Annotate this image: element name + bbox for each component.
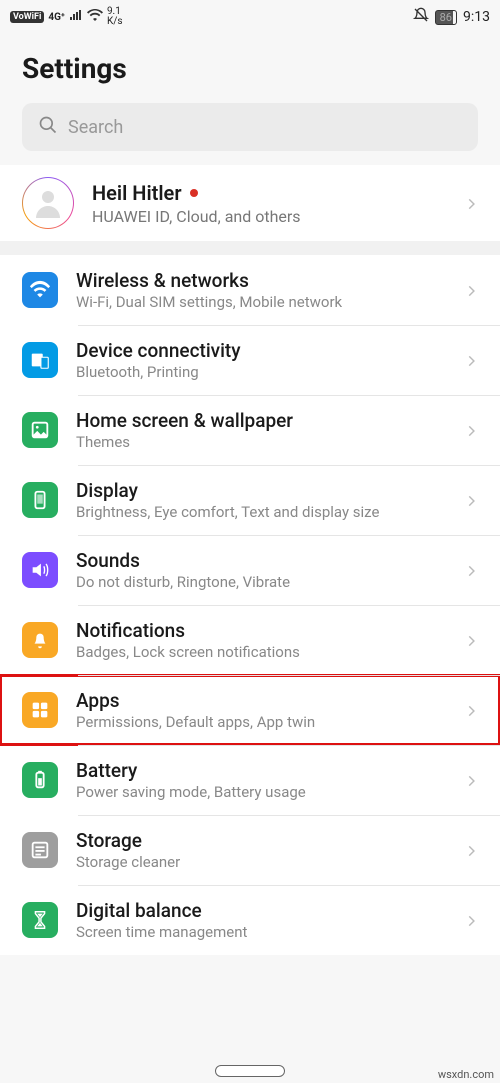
row-title: Sounds bbox=[76, 549, 446, 572]
status-right: 86 9:13 bbox=[413, 7, 490, 27]
settings-screen: VoWiFi 4G⁺ 9.1K/s 86 9:13 Settings bbox=[0, 0, 500, 1083]
avatar bbox=[22, 177, 74, 229]
row-subtitle: Power saving mode, Battery usage bbox=[76, 783, 446, 801]
row-subtitle: Brightness, Eye comfort, Text and displa… bbox=[76, 503, 446, 521]
status-bar: VoWiFi 4G⁺ 9.1K/s 86 9:13 bbox=[0, 0, 500, 30]
list-icon bbox=[22, 832, 58, 868]
chevron-right-icon bbox=[464, 703, 478, 717]
item-sounds[interactable]: SoundsDo not disturb, Ringtone, Vibrate bbox=[0, 535, 500, 605]
battery-icon bbox=[22, 762, 58, 798]
chevron-right-icon bbox=[464, 196, 478, 210]
chevron-right-icon bbox=[464, 283, 478, 297]
account-row[interactable]: Heil Hitler HUAWEI ID, Cloud, and others bbox=[0, 165, 500, 241]
picture-icon bbox=[22, 412, 58, 448]
row-subtitle: Do not disturb, Ringtone, Vibrate bbox=[76, 573, 446, 591]
chevron-right-icon bbox=[464, 353, 478, 367]
clock: 9:13 bbox=[463, 9, 490, 25]
account-name: Heil Hitler bbox=[92, 181, 182, 205]
mute-icon bbox=[413, 7, 429, 27]
row-subtitle: Themes bbox=[76, 433, 446, 451]
account-subtitle: HUAWEI ID, Cloud, and others bbox=[92, 207, 446, 226]
page-title: Settings bbox=[0, 30, 500, 103]
speaker-icon bbox=[22, 552, 58, 588]
search-input[interactable]: Search bbox=[22, 103, 478, 151]
account-text: Heil Hitler HUAWEI ID, Cloud, and others bbox=[92, 181, 446, 226]
section-gap bbox=[0, 241, 500, 255]
notification-dot-icon bbox=[190, 189, 198, 197]
chevron-right-icon bbox=[464, 633, 478, 647]
search-placeholder: Search bbox=[68, 117, 123, 138]
row-title: Device connectivity bbox=[76, 339, 446, 362]
status-left: VoWiFi 4G⁺ 9.1K/s bbox=[10, 7, 123, 27]
row-title: Apps bbox=[76, 689, 446, 712]
devices-icon bbox=[22, 342, 58, 378]
row-title: Wireless & networks bbox=[76, 269, 446, 292]
row-title: Display bbox=[76, 479, 446, 502]
row-subtitle: Wi-Fi, Dual SIM settings, Mobile network bbox=[76, 293, 446, 311]
row-subtitle: Badges, Lock screen notifications bbox=[76, 643, 446, 661]
account-section: Heil Hitler HUAWEI ID, Cloud, and others bbox=[0, 165, 500, 241]
phone-icon bbox=[22, 482, 58, 518]
chevron-right-icon bbox=[464, 493, 478, 507]
vowifi-badge: VoWiFi bbox=[10, 11, 44, 23]
bell-icon bbox=[22, 622, 58, 658]
chevron-right-icon bbox=[464, 773, 478, 787]
row-title: Home screen & wallpaper bbox=[76, 409, 446, 432]
search-icon bbox=[38, 115, 58, 139]
network-speed: 9.1K/s bbox=[107, 7, 123, 27]
item-apps[interactable]: AppsPermissions, Default apps, App twin bbox=[0, 675, 500, 745]
item-storage[interactable]: StorageStorage cleaner bbox=[0, 815, 500, 885]
network-4g-label: 4G⁺ bbox=[48, 12, 65, 23]
grid-icon bbox=[22, 692, 58, 728]
item-display[interactable]: DisplayBrightness, Eye comfort, Text and… bbox=[0, 465, 500, 535]
chevron-right-icon bbox=[464, 563, 478, 577]
battery-indicator: 86 bbox=[435, 10, 457, 25]
item-digital-balance[interactable]: Digital balanceScreen time management bbox=[0, 885, 500, 955]
hourglass-icon bbox=[22, 902, 58, 938]
item-battery[interactable]: BatteryPower saving mode, Battery usage bbox=[0, 745, 500, 815]
item-home-screen-wallpaper[interactable]: Home screen & wallpaperThemes bbox=[0, 395, 500, 465]
item-device-connectivity[interactable]: Device connectivityBluetooth, Printing bbox=[0, 325, 500, 395]
settings-list: Wireless & networksWi-Fi, Dual SIM setti… bbox=[0, 255, 500, 955]
row-title: Storage bbox=[76, 829, 446, 852]
chevron-right-icon bbox=[464, 913, 478, 927]
item-wireless-networks[interactable]: Wireless & networksWi-Fi, Dual SIM setti… bbox=[0, 255, 500, 325]
watermark: wsxdn.com bbox=[438, 1068, 494, 1081]
row-subtitle: Storage cleaner bbox=[76, 853, 446, 871]
item-notifications[interactable]: NotificationsBadges, Lock screen notific… bbox=[0, 605, 500, 675]
search-wrap: Search bbox=[0, 103, 500, 165]
row-subtitle: Permissions, Default apps, App twin bbox=[76, 713, 446, 731]
signal-icon bbox=[69, 9, 83, 25]
chevron-right-icon bbox=[464, 423, 478, 437]
chevron-right-icon bbox=[464, 843, 478, 857]
wifi-icon bbox=[22, 272, 58, 308]
row-subtitle: Bluetooth, Printing bbox=[76, 363, 446, 381]
row-subtitle: Screen time management bbox=[76, 923, 446, 941]
home-indicator[interactable] bbox=[215, 1065, 285, 1077]
row-title: Battery bbox=[76, 759, 446, 782]
wifi-icon bbox=[87, 9, 103, 25]
row-title: Digital balance bbox=[76, 899, 446, 922]
row-title: Notifications bbox=[76, 619, 446, 642]
